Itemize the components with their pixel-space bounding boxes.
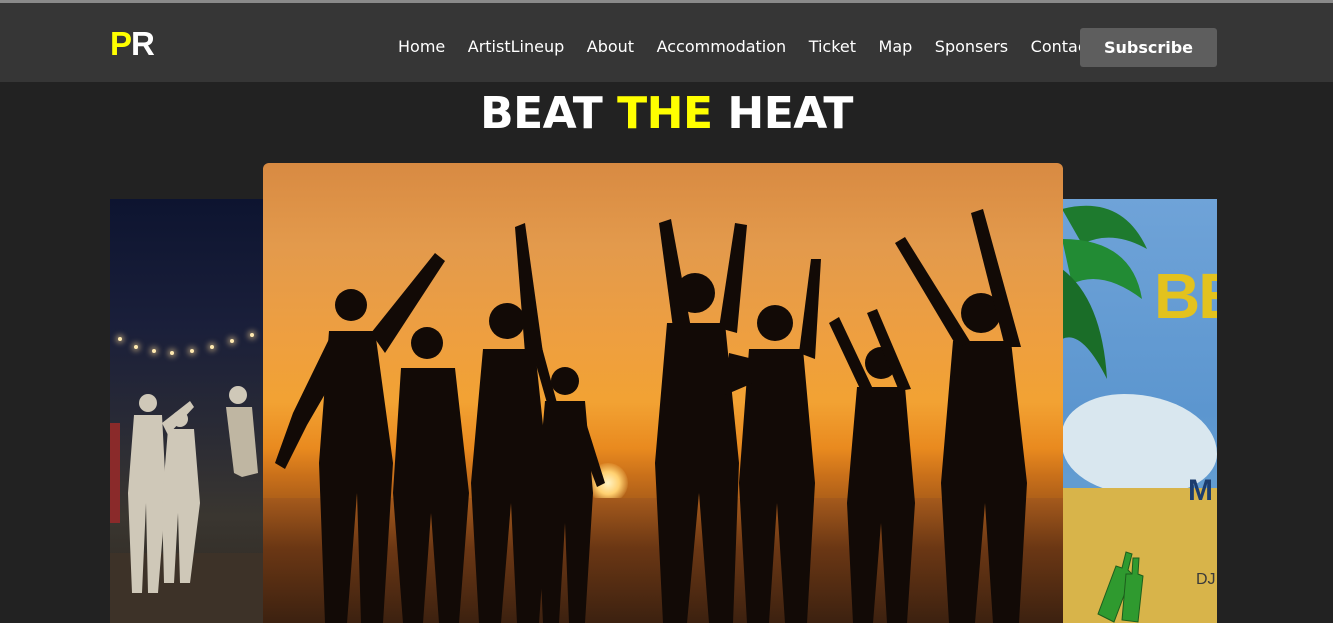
- nav-ticket[interactable]: Ticket: [809, 37, 856, 56]
- logo[interactable]: PR: [110, 25, 155, 63]
- party-crowd-image: [110, 386, 264, 623]
- nav-map[interactable]: Map: [879, 37, 913, 56]
- nav-home[interactable]: Home: [398, 37, 445, 56]
- bottle-icon: [1097, 551, 1144, 623]
- carousel-slide-active[interactable]: [263, 163, 1063, 623]
- string-lights-image: [110, 319, 264, 379]
- logo-letter-p: P: [110, 25, 132, 62]
- headline-word-beat: BEAT: [480, 88, 603, 139]
- poster-title: BE: [1154, 260, 1217, 332]
- subscribe-button[interactable]: Subscribe: [1080, 28, 1217, 67]
- nav-about[interactable]: About: [587, 37, 634, 56]
- headline-word-the: THE: [617, 88, 713, 139]
- logo-letter-r: R: [131, 25, 155, 62]
- nav-artist-lineup[interactable]: ArtistLineup: [468, 37, 565, 56]
- navbar: PR Home ArtistLineup About Accommodation…: [0, 3, 1333, 82]
- carousel-slide-next[interactable]: BE M DJ: [1062, 199, 1217, 623]
- page-headline: BEAT THE HEAT: [0, 88, 1333, 139]
- nav-sponsers[interactable]: Sponsers: [935, 37, 1008, 56]
- nav-links: Home ArtistLineup About Accommodation Ti…: [398, 37, 1115, 56]
- poster-dj-label: DJ: [1196, 571, 1216, 588]
- beach-party-silhouettes-image: [275, 209, 1027, 623]
- headline-word-heat: HEAT: [727, 88, 853, 139]
- poster-subtitle: M: [1188, 474, 1213, 507]
- carousel-slide-previous[interactable]: [110, 199, 264, 623]
- nav-accommodation[interactable]: Accommodation: [657, 37, 787, 56]
